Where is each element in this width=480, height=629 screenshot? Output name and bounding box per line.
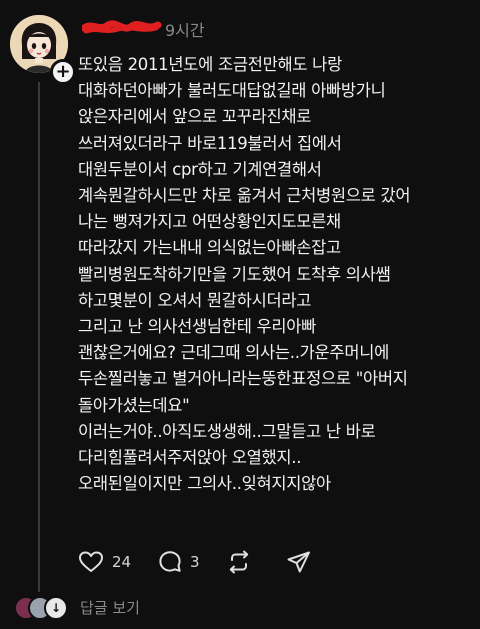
reply-indicator-avatar: ↓: [44, 596, 68, 620]
post-body-line: 앉은자리에서 앞으로 꼬꾸라진채로: [78, 107, 312, 127]
post-timestamp: 9시간: [165, 21, 205, 40]
post-body-line: 빨리병원도착하기만을 기도했어 도착후 의사쌤: [78, 264, 391, 284]
post-body-line: 이러는거야..아직도생생해..그말듣고 난 바로: [78, 421, 376, 441]
username-redaction-scribble: [80, 16, 162, 38]
post-body-line: 오래된일이지만 그의사..잊혀지지않아: [78, 474, 331, 494]
thread-connector-line: [38, 82, 40, 592]
post-body-line: 돌아가셨는데요": [78, 395, 190, 415]
post-body-line: 대화하던아빠가 불러도대답없길래 아빠방가니: [78, 81, 386, 101]
post-body-line: 계속뭔갈하시드만 차로 옮겨서 근처병원으로 갔어: [78, 186, 411, 206]
post-body-line: 대원두분이서 cpr하고 기계연결해서: [78, 159, 322, 179]
view-replies-link[interactable]: 답글 보기: [80, 597, 140, 618]
post-body-line: 두손찔러놓고 별거아니라는뚱한표정으로 "아버지: [78, 369, 408, 389]
heart-icon: [79, 551, 103, 572]
view-replies-row[interactable]: ↓ 답글 보기: [14, 594, 214, 620]
post-body-line: 하고몇분이 오셔서 뭔갈하시더라고: [78, 290, 312, 310]
post-body-line: 또있음 2011년도에 조금전만해도 나랑: [78, 55, 342, 74]
reply-button[interactable]: 3: [158, 548, 200, 576]
replier-avatars: ↓: [14, 596, 70, 620]
thread-post: + 9시간 또있음 2011년도에 조금전만해도 나랑 대화하던아빠가 불러도대…: [0, 0, 480, 629]
repost-icon: [229, 550, 249, 574]
author-avatar-wrap[interactable]: +: [10, 15, 76, 85]
post-body-line: 괜찮은거에요? 근데그때 의사는..가운주머니에: [78, 343, 389, 363]
post-body-line: 나는 뻥져가지고 어떤상황인지도모른채: [78, 212, 341, 232]
post-body-line: 다리힘풀려서주저앉아 오열했지..: [78, 448, 302, 468]
like-count: 24: [112, 553, 132, 571]
post-actions-bar: 24 3: [78, 548, 338, 576]
post-body-line: 따라갔지 가는내내 의식없는아빠손잡고: [78, 238, 341, 258]
plus-icon: +: [55, 61, 71, 82]
share-button[interactable]: [286, 548, 312, 576]
repost-button[interactable]: [226, 548, 252, 576]
reply-count: 3: [190, 553, 200, 571]
follow-plus-button[interactable]: +: [50, 59, 76, 85]
arrow-down-icon: ↓: [50, 601, 62, 615]
comment-icon: [159, 551, 181, 572]
post-body: 또있음 2011년도에 조금전만해도 나랑 대화하던아빠가 불러도대답없길래 아…: [78, 52, 474, 497]
like-button[interactable]: 24: [78, 548, 131, 576]
post-body-line: 그리고 난 의사선생님한테 우리아빠: [78, 317, 317, 337]
send-icon: [287, 551, 310, 573]
post-body-line: 쓰러져있더라구 바로119불러서 집에서: [78, 133, 342, 153]
